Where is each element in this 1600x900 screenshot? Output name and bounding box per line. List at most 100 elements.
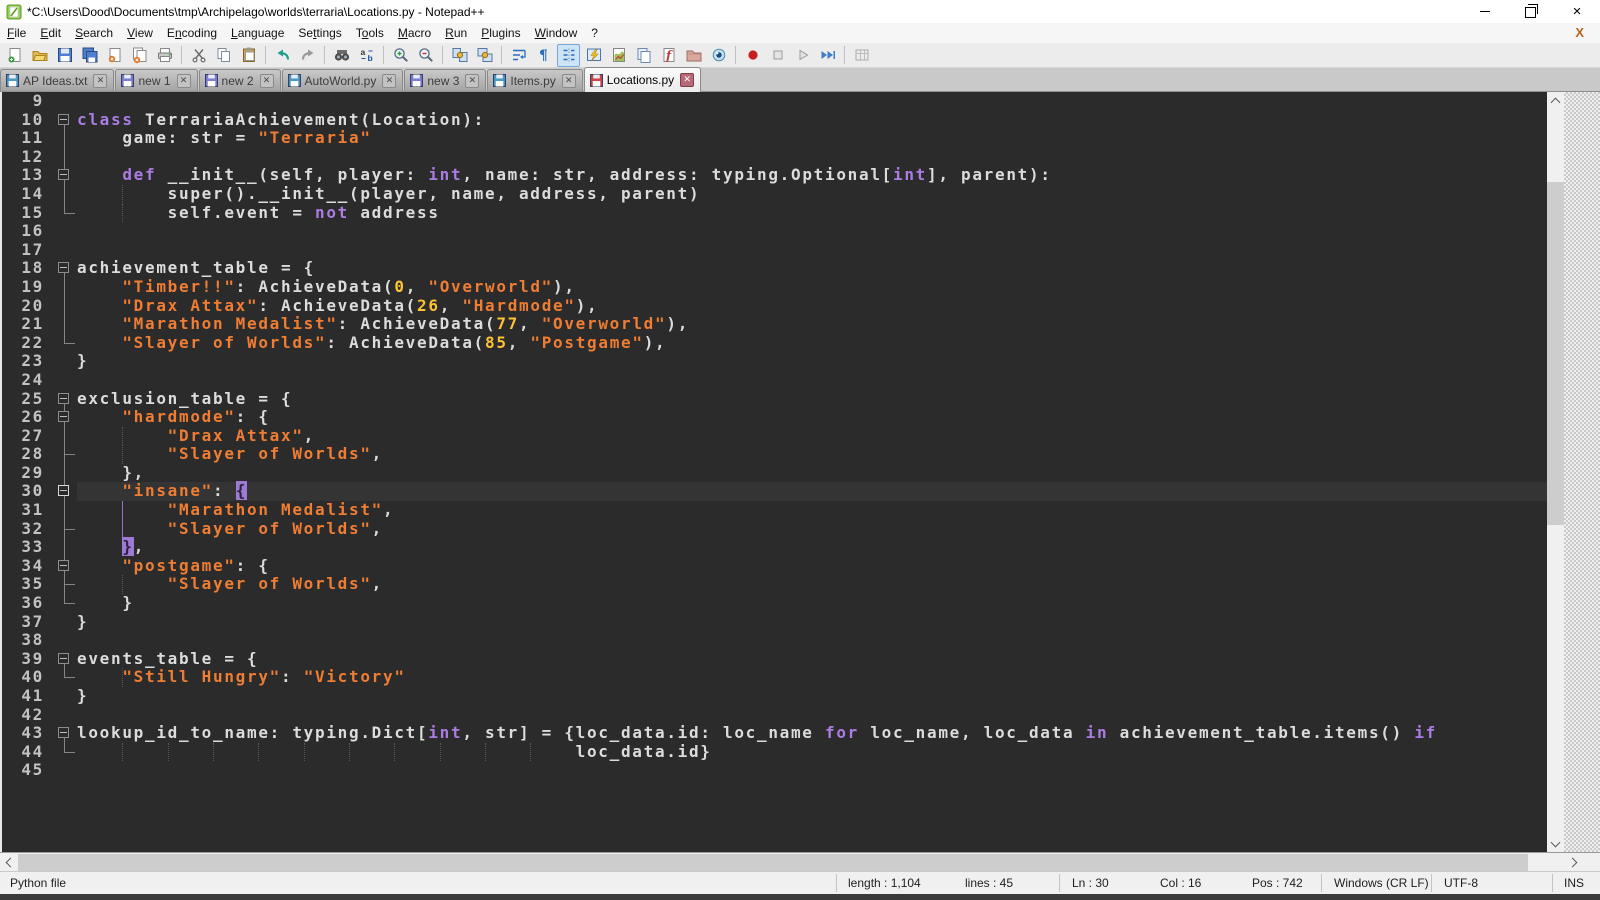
fold-margin[interactable] — [52, 613, 77, 632]
fold-margin[interactable] — [52, 204, 77, 223]
fold-margin[interactable] — [52, 687, 77, 706]
fold-margin[interactable] — [52, 594, 77, 613]
zoom-out-button[interactable] — [414, 44, 437, 67]
minimize-button[interactable] — [1462, 0, 1508, 23]
code-line-text[interactable]: self.event = not address — [77, 204, 1547, 223]
horizontal-scrollbar[interactable] — [0, 852, 1600, 871]
fold-margin[interactable] — [52, 520, 77, 539]
fold-collapse-box[interactable] — [58, 411, 69, 422]
save-all-button[interactable] — [78, 44, 101, 67]
horizontal-scroll-thumb[interactable] — [18, 854, 1528, 871]
code-line-text[interactable]: "Slayer of Worlds", — [77, 575, 1547, 594]
fold-margin[interactable] — [52, 445, 77, 464]
menu-view[interactable]: View — [120, 23, 160, 43]
run-macro-multiple-times-button[interactable] — [816, 44, 839, 67]
undo-button[interactable] — [271, 44, 294, 67]
fold-margin[interactable] — [52, 501, 77, 520]
fold-margin[interactable] — [52, 408, 77, 427]
menu-settings[interactable]: Settings — [291, 23, 348, 43]
fold-collapse-box[interactable] — [58, 485, 69, 496]
fold-collapse-box[interactable] — [58, 727, 69, 738]
fold-margin[interactable] — [52, 297, 77, 316]
scroll-left-button[interactable] — [0, 854, 17, 871]
zoom-in-button[interactable] — [389, 44, 412, 67]
code-line-text[interactable]: "Slayer of Worlds": AchieveData(85, "Pos… — [77, 334, 1547, 353]
folder-as-workspace-button[interactable] — [682, 44, 705, 67]
menu-[interactable]: ? — [584, 23, 605, 43]
fold-margin[interactable] — [52, 129, 77, 148]
replace-button[interactable]: ab — [355, 44, 378, 67]
tab-items-py[interactable]: Items.py✕ — [487, 69, 582, 91]
tab-ap-ideas-txt[interactable]: AP Ideas.txt✕ — [0, 69, 114, 91]
code-line-text[interactable]: "insane": { — [77, 482, 1547, 501]
menu-plugins[interactable]: Plugins — [474, 23, 527, 43]
fold-margin[interactable] — [52, 631, 77, 650]
fold-margin[interactable] — [52, 724, 77, 743]
menu-window[interactable]: Window — [528, 23, 585, 43]
fold-margin[interactable] — [52, 185, 77, 204]
vertical-scroll-thumb[interactable] — [1547, 182, 1564, 525]
code-line-text[interactable]: "Drax Attax", — [77, 427, 1547, 446]
tab-close-icon[interactable]: ✕ — [680, 73, 694, 87]
code-line-text[interactable]: "Still Hungry": "Victory" — [77, 668, 1547, 687]
menu-language[interactable]: Language — [224, 23, 291, 43]
redo-button[interactable] — [296, 44, 319, 67]
fold-collapse-box[interactable] — [58, 169, 69, 180]
stop-recording-button[interactable] — [766, 44, 789, 67]
save-recorded-macro-button[interactable] — [850, 44, 873, 67]
find-button[interactable] — [330, 44, 353, 67]
code-line-text[interactable]: exclusion_table = { — [77, 390, 1547, 409]
fold-margin[interactable] — [52, 241, 77, 260]
fold-margin[interactable] — [52, 482, 77, 501]
code-line-text[interactable] — [77, 706, 1547, 725]
code-line-text[interactable]: "Timber!!": AchieveData(0, "Overworld"), — [77, 278, 1547, 297]
fold-margin[interactable] — [52, 92, 77, 111]
editor-pane[interactable]: 910class TerrariaAchievement(Location):1… — [0, 92, 1547, 852]
fold-collapse-box[interactable] — [58, 393, 69, 404]
code-line-text[interactable]: "hardmode": { — [77, 408, 1547, 427]
code-line-text[interactable] — [77, 222, 1547, 241]
code-line-text[interactable]: "Slayer of Worlds", — [77, 520, 1547, 539]
code-line-text[interactable] — [77, 761, 1547, 780]
cut-button[interactable] — [187, 44, 210, 67]
tab-new-2[interactable]: new 2✕ — [199, 69, 281, 91]
tab-new-1[interactable]: new 1✕ — [115, 69, 197, 91]
copy-button[interactable] — [212, 44, 235, 67]
code-line-text[interactable] — [77, 371, 1547, 390]
tab-autoworld-py[interactable]: AutoWorld.py✕ — [282, 69, 404, 91]
show-all-characters-button[interactable]: ¶ — [532, 44, 555, 67]
fold-margin[interactable] — [52, 111, 77, 130]
code-line-text[interactable]: achievement_table = { — [77, 259, 1547, 278]
code-line-text[interactable]: def __init__(self, player: int, name: st… — [77, 166, 1547, 185]
code-line-text[interactable]: "Slayer of Worlds", — [77, 445, 1547, 464]
menu-run[interactable]: Run — [438, 23, 474, 43]
code-line-text[interactable]: game: str = "Terraria" — [77, 129, 1547, 148]
document-map-button[interactable] — [607, 44, 630, 67]
show-indent-guide-button[interactable] — [557, 44, 580, 67]
word-wrap-button[interactable] — [507, 44, 530, 67]
open-file-button[interactable] — [28, 44, 51, 67]
close-button[interactable]: × — [1554, 0, 1600, 23]
fold-margin[interactable] — [52, 743, 77, 762]
user-defined-dialog-button[interactable] — [582, 44, 605, 67]
fold-margin[interactable] — [52, 222, 77, 241]
fold-margin[interactable] — [52, 278, 77, 297]
close-file-button[interactable] — [103, 44, 126, 67]
fold-margin[interactable] — [52, 761, 77, 780]
code-line-text[interactable] — [77, 631, 1547, 650]
tab-close-icon[interactable]: ✕ — [465, 74, 479, 88]
tab-locations-py[interactable]: Locations.py✕ — [584, 67, 701, 92]
code-line-text[interactable]: } — [77, 687, 1547, 706]
fold-margin[interactable] — [52, 259, 77, 278]
fold-margin[interactable] — [52, 371, 77, 390]
fold-margin[interactable] — [52, 166, 77, 185]
code-line-text[interactable]: "postgame": { — [77, 557, 1547, 576]
code-line-text[interactable]: "Marathon Medalist", — [77, 501, 1547, 520]
code-line-text[interactable]: events_table = { — [77, 650, 1547, 669]
scroll-right-button[interactable] — [1565, 854, 1582, 871]
menu-tools[interactable]: Tools — [349, 23, 391, 43]
playback-macro-button[interactable] — [791, 44, 814, 67]
new-file-button[interactable] — [3, 44, 26, 67]
fold-margin[interactable] — [52, 315, 77, 334]
tab-close-icon[interactable]: ✕ — [93, 74, 107, 88]
